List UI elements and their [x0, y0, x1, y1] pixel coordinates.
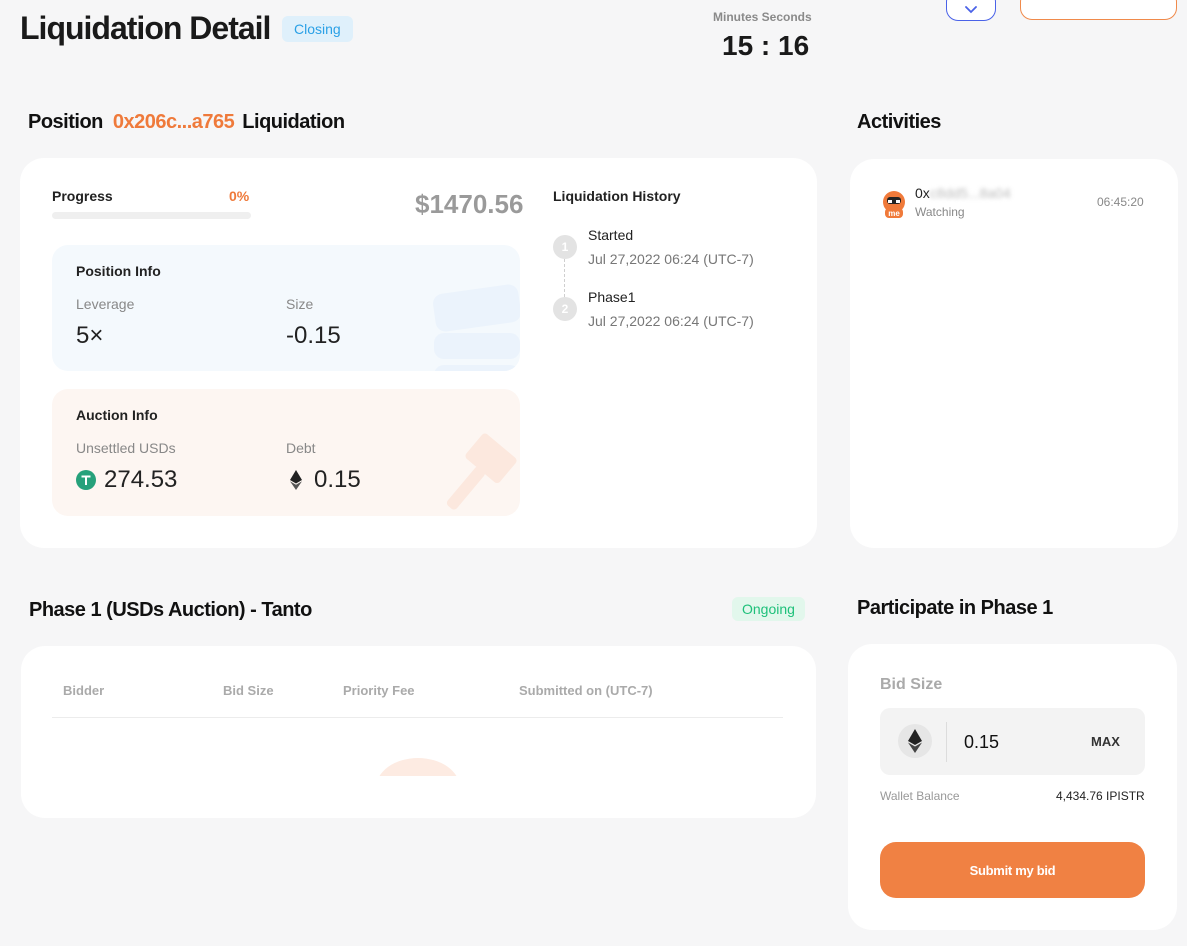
auction-info-title: Auction Info: [76, 407, 158, 423]
progress-bar: [52, 212, 251, 219]
size-label: Size: [286, 296, 314, 312]
position-section-title: Position 0x206c...a765 Liquidation: [28, 111, 345, 134]
progress-percent: 0%: [229, 188, 250, 204]
column-header-bid-size[interactable]: Bid Size: [223, 683, 274, 698]
bid-token-icon: [898, 724, 932, 758]
activity-time: 06:45:20: [1097, 195, 1144, 209]
activity-address[interactable]: 0xc8dd5...8a04: [915, 185, 1011, 201]
column-header-submitted-on[interactable]: Submitted on (UTC-7): [519, 683, 653, 698]
hammer-decoration-icon: [446, 433, 517, 510]
debt-label: Debt: [286, 440, 316, 456]
svg-text:me: me: [888, 209, 900, 218]
position-info-box: Position Info Leverage 5× Size -0.15: [52, 245, 520, 371]
column-header-bidder[interactable]: Bidder: [63, 683, 104, 698]
table-divider: [52, 717, 783, 718]
page-title: Liquidation Detail: [20, 10, 271, 46]
auction-info-box: Auction Info Unsettled USDs 274.53 Debt …: [52, 389, 520, 516]
progress-label: Progress: [52, 188, 113, 204]
empty-state-illustration: [376, 758, 460, 776]
unsettled-usds-label: Unsettled USDs: [76, 440, 176, 456]
activities-title: Activities: [857, 111, 941, 133]
position-title-prefix: Position: [28, 111, 103, 133]
decorative-pill: [431, 283, 520, 333]
tether-icon: [76, 470, 96, 490]
bids-table-card: [21, 646, 816, 818]
liquidation-amount: $1470.56: [415, 189, 524, 219]
status-badge-closing: Closing: [282, 16, 353, 42]
input-separator: [946, 722, 947, 762]
max-button[interactable]: MAX: [1091, 734, 1120, 749]
history-step-number: 1: [553, 235, 577, 259]
debt-value: 0.15: [314, 466, 361, 493]
bid-size-label: Bid Size: [880, 676, 943, 693]
bid-size-input[interactable]: [964, 728, 1074, 756]
network-dropdown-button[interactable]: [946, 0, 996, 21]
account-button[interactable]: [1020, 0, 1177, 20]
history-connector-line: [564, 259, 565, 297]
activity-address-hidden: c8dd5...8a04: [929, 185, 1011, 201]
leverage-value: 5×: [76, 322, 104, 349]
ethereum-icon: [908, 729, 922, 753]
column-header-priority-fee[interactable]: Priority Fee: [343, 683, 415, 698]
liquidation-history-title: Liquidation History: [553, 188, 681, 204]
leverage-label: Leverage: [76, 296, 135, 312]
wallet-balance-label: Wallet Balance: [880, 789, 960, 803]
ethereum-icon: [286, 469, 306, 491]
countdown-timer: 15 : 16: [722, 30, 810, 61]
history-step-title: Phase1: [588, 289, 636, 305]
history-step-date: Jul 27,2022 06:24 (UTC-7): [588, 251, 754, 267]
unsettled-usds-value: 274.53: [104, 466, 178, 493]
submit-bid-button[interactable]: Submit my bid: [880, 842, 1145, 898]
chevron-down-icon: [965, 6, 977, 14]
wallet-balance-value: 4,434.76 IPISTR: [1056, 789, 1145, 803]
history-step-date: Jul 27,2022 06:24 (UTC-7): [588, 313, 754, 329]
participate-title: Participate in Phase 1: [857, 597, 1053, 619]
position-address-link[interactable]: 0x206c...a765: [113, 111, 235, 133]
timer-label: Minutes Seconds: [713, 10, 812, 24]
user-avatar: me: [882, 191, 906, 218]
position-title-suffix: Liquidation: [242, 111, 345, 133]
decorative-pill: [434, 365, 520, 371]
position-info-title: Position Info: [76, 263, 161, 279]
history-step-number: 2: [553, 297, 577, 321]
decorative-pill: [434, 333, 520, 359]
size-value: -0.15: [286, 322, 341, 349]
activity-status: Watching: [915, 205, 965, 219]
status-badge-ongoing: Ongoing: [732, 597, 805, 621]
phase-title: Phase 1 (USDs Auction) - Tanto: [29, 599, 312, 621]
activity-address-prefix: 0x: [915, 185, 930, 201]
history-step-title: Started: [588, 227, 634, 243]
